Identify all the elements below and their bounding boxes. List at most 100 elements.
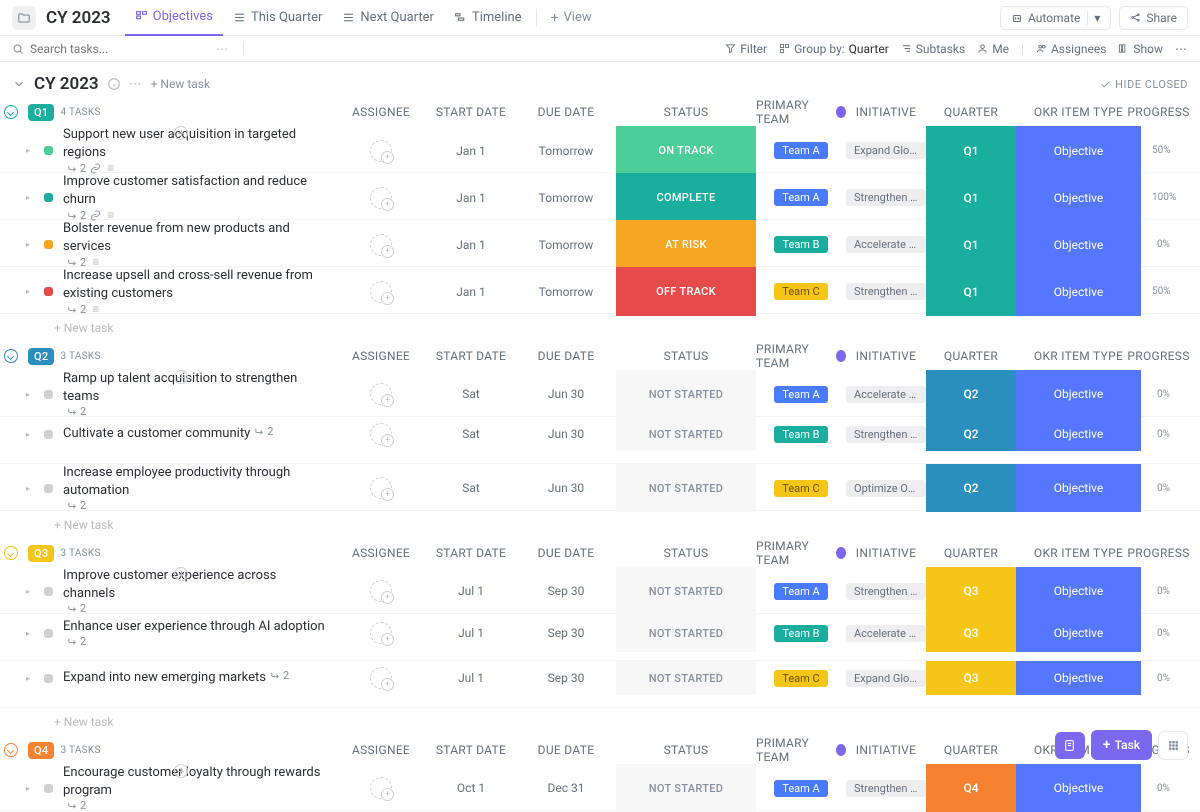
- col-assignee[interactable]: ASSIGNEE: [336, 105, 426, 119]
- initiative-pill[interactable]: Accelerate Product Innovation: [846, 386, 926, 403]
- col-due[interactable]: DUE DATE: [516, 349, 616, 363]
- assignee-placeholder[interactable]: [370, 140, 392, 162]
- col-start[interactable]: START DATE: [426, 743, 516, 757]
- add-task-row[interactable]: + New task: [0, 708, 1200, 736]
- col-start[interactable]: START DATE: [426, 349, 516, 363]
- due-date[interactable]: Dec 31: [516, 764, 616, 812]
- col-progress[interactable]: PROGRESS: [1141, 349, 1176, 363]
- status-square[interactable]: [44, 629, 53, 638]
- team-pill[interactable]: Team B: [774, 625, 827, 642]
- col-team[interactable]: PRIMARY TEAM: [756, 736, 846, 764]
- info-icon[interactable]: [107, 77, 121, 91]
- team-pill[interactable]: Team A: [774, 142, 827, 159]
- task-row[interactable]: ▸ Expand into new emerging markets2 Jul …: [0, 661, 1200, 708]
- progress-bar[interactable]: 0%: [1141, 429, 1176, 440]
- quarter-cell[interactable]: Q4: [926, 764, 1016, 812]
- progress-bar[interactable]: 0%: [1141, 389, 1176, 400]
- col-okr[interactable]: OKR ITEM TYPE: [1016, 349, 1141, 363]
- start-date[interactable]: Sat: [426, 417, 516, 451]
- expand-icon[interactable]: ▸: [26, 240, 36, 249]
- quarter-cell[interactable]: Q2: [926, 370, 1016, 418]
- col-status[interactable]: STATUS: [616, 349, 756, 363]
- expand-icon[interactable]: ▸: [26, 146, 36, 155]
- initiative-pill[interactable]: Accelerate Product Innovation: [846, 236, 926, 253]
- assignee-placeholder[interactable]: [370, 423, 392, 445]
- search-box[interactable]: ⋯: [12, 42, 725, 56]
- okr-cell[interactable]: Objective: [1016, 267, 1141, 316]
- col-status[interactable]: STATUS: [616, 546, 756, 560]
- group-by-button[interactable]: Group by: Quarter: [779, 42, 889, 56]
- due-date[interactable]: Jun 30: [516, 370, 616, 418]
- col-quarter[interactable]: QUARTER: [926, 743, 1016, 757]
- show-button[interactable]: Show: [1118, 42, 1163, 56]
- due-date[interactable]: Jun 30: [516, 417, 616, 451]
- expand-icon[interactable]: ▸: [26, 390, 36, 399]
- team-pill[interactable]: Team C: [774, 480, 827, 497]
- task-row[interactable]: ▸ Improve customer satisfaction and redu…: [0, 173, 1200, 220]
- okr-cell[interactable]: Objective: [1016, 661, 1141, 695]
- status-cell[interactable]: NOT STARTED: [616, 464, 756, 512]
- col-start[interactable]: START DATE: [426, 546, 516, 560]
- more-icon[interactable]: ⋯: [1175, 42, 1188, 56]
- subtasks-button[interactable]: Subtasks: [901, 42, 965, 56]
- col-start[interactable]: START DATE: [426, 105, 516, 119]
- status-cell[interactable]: ON TRACK: [616, 126, 756, 175]
- initiative-pill[interactable]: Expand Global Research: [846, 142, 926, 159]
- team-pill[interactable]: Team A: [774, 386, 827, 403]
- assignee-placeholder[interactable]: [370, 187, 392, 209]
- new-task-button[interactable]: + New task: [151, 77, 210, 91]
- col-okr[interactable]: OKR ITEM TYPE: [1016, 105, 1141, 119]
- status-cell[interactable]: NOT STARTED: [616, 661, 756, 695]
- collapse-group-icon[interactable]: [4, 546, 18, 560]
- quarter-cell[interactable]: Q1: [926, 267, 1016, 316]
- col-quarter[interactable]: QUARTER: [926, 105, 1016, 119]
- status-square[interactable]: [44, 193, 53, 202]
- okr-cell[interactable]: Objective: [1016, 173, 1141, 222]
- task-fab[interactable]: + Task: [1091, 730, 1152, 760]
- start-date[interactable]: Jul 1: [426, 614, 516, 652]
- status-square[interactable]: [44, 484, 53, 493]
- due-date[interactable]: Jun 30: [516, 464, 616, 512]
- col-due[interactable]: DUE DATE: [516, 546, 616, 560]
- subtask-count[interactable]: 2: [67, 499, 86, 512]
- search-input[interactable]: [30, 42, 150, 56]
- col-assignee[interactable]: ASSIGNEE: [336, 546, 426, 560]
- start-date[interactable]: Oct 1: [426, 764, 516, 812]
- note-fab[interactable]: [1055, 732, 1085, 759]
- status-cell[interactable]: NOT STARTED: [616, 417, 756, 451]
- subtask-count[interactable]: 2: [67, 799, 86, 812]
- task-row[interactable]: ▸ Cultivate a customer community2 Sat Ju…: [0, 417, 1200, 464]
- subtask-count[interactable]: 2: [270, 669, 289, 682]
- status-square[interactable]: [44, 287, 53, 296]
- team-pill[interactable]: Team C: [774, 670, 827, 687]
- status-square[interactable]: [44, 240, 53, 249]
- expand-icon[interactable]: ▸: [26, 287, 36, 296]
- assignee-placeholder[interactable]: [370, 383, 392, 405]
- apps-fab[interactable]: [1158, 731, 1188, 760]
- status-square[interactable]: [44, 390, 53, 399]
- subtask-count[interactable]: 2: [67, 303, 86, 316]
- start-date[interactable]: Jan 1: [426, 173, 516, 222]
- collapse-icon[interactable]: [12, 77, 26, 91]
- status-cell[interactable]: NOT STARTED: [616, 567, 756, 615]
- task-row[interactable]: ▸ Increase upsell and cross-sell revenue…: [0, 267, 1200, 314]
- add-task-row[interactable]: + New task: [0, 314, 1200, 342]
- quarter-cell[interactable]: Q1: [926, 220, 1016, 269]
- initiative-pill[interactable]: Strengthen Customer Retenti...: [846, 583, 926, 600]
- progress-bar[interactable]: 0%: [1141, 239, 1176, 250]
- col-initiative[interactable]: INITIATIVE: [846, 105, 926, 119]
- tab-next-quarter[interactable]: Next Quarter: [332, 0, 444, 36]
- share-button[interactable]: Share: [1119, 6, 1188, 30]
- assignee-placeholder[interactable]: [370, 281, 392, 303]
- me-button[interactable]: Me: [977, 42, 1009, 56]
- team-pill[interactable]: Team A: [774, 189, 827, 206]
- due-date[interactable]: Tomorrow: [516, 173, 616, 222]
- col-due[interactable]: DUE DATE: [516, 743, 616, 757]
- status-cell[interactable]: OFF TRACK: [616, 267, 756, 316]
- okr-cell[interactable]: Objective: [1016, 126, 1141, 175]
- quarter-cell[interactable]: Q2: [926, 464, 1016, 512]
- expand-icon[interactable]: ▸: [26, 784, 36, 793]
- start-date[interactable]: Sat: [426, 370, 516, 418]
- quarter-cell[interactable]: Q3: [926, 567, 1016, 615]
- subtask-count[interactable]: 2: [254, 425, 273, 438]
